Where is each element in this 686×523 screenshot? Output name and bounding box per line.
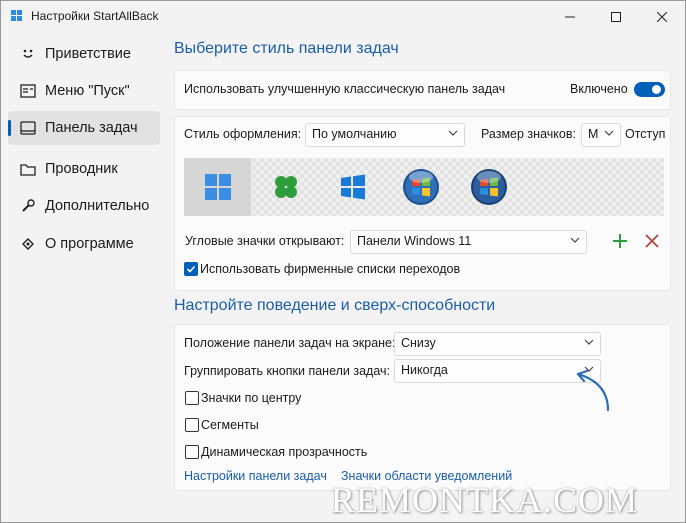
minimize-button[interactable] bbox=[547, 1, 593, 32]
transparency-checkbox[interactable] bbox=[185, 445, 199, 459]
section-title-taskbar-style: Выберите стиль панели задач bbox=[174, 40, 399, 57]
enhanced-taskbar-label: Использовать улучшенную классическую пан… bbox=[184, 82, 506, 96]
chevron-down-icon bbox=[448, 130, 458, 136]
folder-icon bbox=[20, 161, 36, 177]
grouping-label: Группировать кнопки панели задач: bbox=[184, 364, 391, 378]
plus-icon bbox=[613, 234, 627, 248]
taskbar-settings-link[interactable]: Настройки панели задач bbox=[184, 469, 327, 483]
style-option-windows-7[interactable] bbox=[387, 158, 454, 216]
maximize-button[interactable] bbox=[593, 1, 639, 32]
sidebar-item-welcome[interactable]: Приветствие bbox=[8, 37, 160, 71]
windows-11-style-icon bbox=[204, 174, 231, 200]
jumplists-label: Использовать фирменные списки переходов bbox=[200, 262, 461, 276]
transparency-label: Динамическая прозрачность bbox=[201, 445, 368, 459]
close-icon bbox=[657, 11, 667, 22]
segments-label: Сегменты bbox=[201, 418, 259, 432]
wrench-icon bbox=[20, 198, 36, 214]
app-logo-icon bbox=[11, 10, 23, 22]
maximize-icon bbox=[611, 11, 621, 22]
sidebar-item-taskbar[interactable]: Панель задач bbox=[8, 111, 160, 145]
minimize-icon bbox=[565, 16, 575, 17]
icon-size-value: M bbox=[588, 127, 599, 141]
settings-window: Настройки StartAllBack Приветствие Меню … bbox=[0, 0, 686, 523]
close-x-icon bbox=[645, 234, 659, 248]
active-indicator bbox=[8, 120, 11, 136]
sidebar-item-label: Меню "Пуск" bbox=[45, 83, 130, 99]
sidebar-item-about[interactable]: О программе bbox=[8, 227, 160, 261]
taskbar-icon bbox=[20, 120, 36, 136]
position-dropdown[interactable]: Снизу bbox=[394, 332, 601, 356]
segments-checkbox[interactable] bbox=[185, 418, 199, 432]
smile-icon bbox=[20, 46, 36, 62]
style-option-windows-vista[interactable] bbox=[455, 158, 522, 216]
icon-size-dropdown[interactable]: M bbox=[581, 123, 621, 147]
windows-vista-orb-icon bbox=[470, 169, 507, 205]
add-button[interactable] bbox=[612, 233, 628, 249]
style-label: Стиль оформления: bbox=[184, 127, 302, 141]
chevron-down-icon bbox=[570, 237, 580, 243]
position-value: Снизу bbox=[401, 336, 436, 350]
start-menu-icon bbox=[20, 83, 36, 99]
toggle-knob bbox=[652, 85, 661, 94]
windows-10-style-icon bbox=[340, 174, 365, 200]
close-button[interactable] bbox=[639, 1, 685, 32]
chevron-down-icon bbox=[584, 339, 594, 345]
sidebar-item-label: Дополнительно bbox=[45, 198, 150, 214]
sidebar-item-start-menu[interactable]: Меню "Пуск" bbox=[8, 74, 160, 108]
clover-style-icon bbox=[274, 176, 297, 198]
sidebar-item-label: Панель задач bbox=[45, 120, 138, 136]
style-value: По умолчанию bbox=[312, 127, 397, 141]
grouping-value: Никогда bbox=[401, 363, 448, 377]
indent-label: Отступ bbox=[625, 127, 666, 141]
icon-size-label: Размер значков: bbox=[481, 127, 576, 141]
about-icon bbox=[20, 236, 36, 252]
sidebar-item-label: Приветствие bbox=[45, 46, 131, 62]
remove-button[interactable] bbox=[645, 234, 659, 248]
corner-icons-value: Панели Windows 11 bbox=[357, 234, 472, 248]
toggle-state-label: Включено bbox=[570, 82, 628, 96]
annotation-arrow-icon bbox=[576, 369, 610, 412]
checkmark-icon bbox=[186, 265, 196, 273]
style-option-windows-11[interactable] bbox=[184, 158, 251, 216]
title-bar: Настройки StartAllBack bbox=[1, 1, 685, 32]
sidebar-item-explorer[interactable]: Проводник bbox=[8, 152, 160, 186]
enhanced-taskbar-toggle[interactable] bbox=[634, 82, 665, 97]
jumplists-checkbox[interactable] bbox=[184, 262, 198, 276]
sidebar-item-advanced[interactable]: Дополнительно bbox=[8, 189, 160, 223]
chevron-down-icon bbox=[604, 130, 614, 136]
windows-7-orb-icon bbox=[402, 169, 439, 205]
corner-icons-dropdown[interactable]: Панели Windows 11 bbox=[350, 230, 587, 254]
section-title-behavior: Настройте поведение и сверх-способности bbox=[174, 297, 496, 314]
style-dropdown[interactable]: По умолчанию bbox=[305, 123, 465, 147]
style-option-clover[interactable] bbox=[252, 158, 319, 216]
watermark: REMONTKA.COM bbox=[331, 480, 639, 520]
center-icons-label: Значки по центру bbox=[201, 391, 302, 405]
corner-icons-label: Угловые значки открывают: bbox=[185, 234, 345, 248]
style-option-windows-10[interactable] bbox=[319, 158, 386, 216]
position-label: Положение панели задач на экране: bbox=[184, 336, 396, 350]
enhanced-taskbar-card: Использовать улучшенную классическую пан… bbox=[174, 70, 671, 110]
window-title: Настройки StartAllBack bbox=[31, 9, 159, 23]
sidebar-item-label: Проводник bbox=[45, 161, 118, 177]
center-icons-checkbox[interactable] bbox=[185, 391, 199, 405]
sidebar-item-label: О программе bbox=[45, 236, 134, 252]
